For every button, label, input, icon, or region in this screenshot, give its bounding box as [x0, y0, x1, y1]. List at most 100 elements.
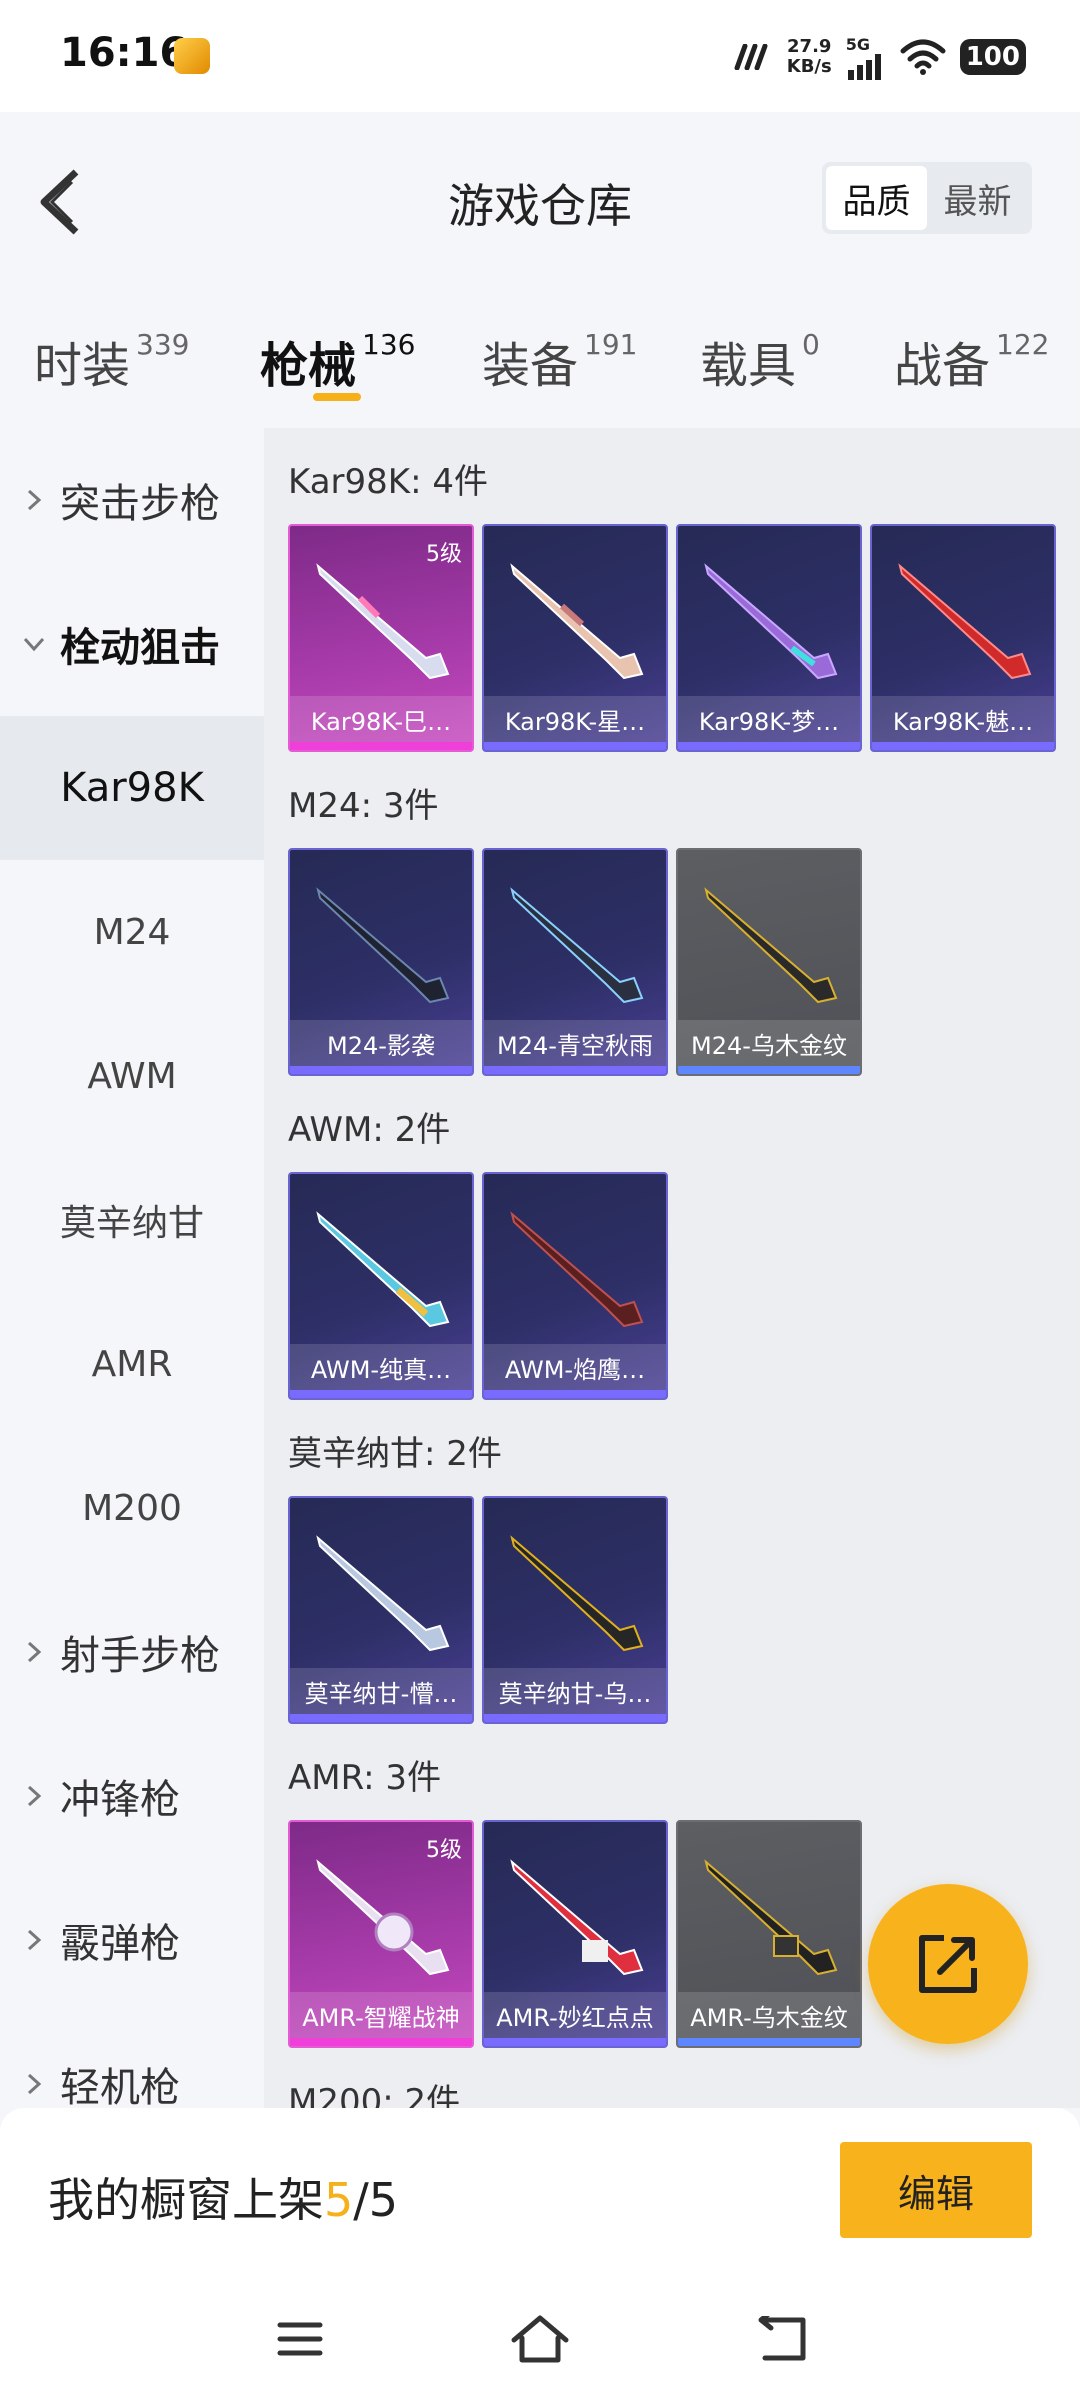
- section-title-kar98k: Kar98K: 4件: [288, 462, 488, 502]
- cell-signal: 5G: [846, 35, 886, 80]
- weapon-name: AWM-纯真…: [310, 1355, 452, 1384]
- category-tabs: 时装 339 枪械 136 装备 191 载具 0 战备 122: [0, 288, 1080, 428]
- weapon-name: Kar98K-魅…: [892, 707, 1034, 736]
- weapon-card[interactable]: M24-乌木金纹: [676, 848, 862, 1076]
- tab-guns[interactable]: 枪械 136: [260, 326, 415, 396]
- weapon-card[interactable]: Kar98K-星…: [482, 524, 668, 752]
- weapon-name: Kar98K-星…: [504, 707, 646, 736]
- tab-equipment[interactable]: 装备 191: [482, 326, 637, 396]
- sidebar-item-marksman-rifle[interactable]: 射手步枪: [0, 1580, 264, 1724]
- signal-icon: [847, 53, 881, 80]
- weapon-card[interactable]: M24-影袭: [288, 848, 474, 1076]
- sidebar-sub-mosin[interactable]: 莫辛纳甘: [0, 1148, 264, 1292]
- chevron-right-icon: [22, 1784, 46, 1808]
- net-speed: 27.9 KB/s: [786, 36, 832, 77]
- rifle-image: [316, 563, 450, 680]
- rifle-image: [704, 887, 838, 1004]
- section-title-amr: AMR: 3件: [288, 1758, 442, 1798]
- chevron-right-icon: [22, 2072, 46, 2096]
- section-title-awm: AWM: 2件: [288, 1110, 451, 1150]
- chevron-right-icon: [22, 1928, 46, 1952]
- battery-indicator: 100: [959, 39, 1026, 75]
- weapon-name: M24-影袭: [327, 1031, 435, 1060]
- sidebar-item-assault-rifle[interactable]: 突击步枪: [0, 428, 264, 572]
- chevron-down-icon: [22, 632, 46, 656]
- wifi-icon: [900, 39, 946, 75]
- weapon-name: Kar98K-梦…: [698, 707, 840, 736]
- sidebar-sub-amr[interactable]: AMR: [0, 1292, 264, 1436]
- weapon-card[interactable]: AWM-纯真…: [288, 1172, 474, 1400]
- share-button[interactable]: [868, 1884, 1028, 2044]
- tab-vehicles[interactable]: 载具 0: [700, 326, 820, 396]
- weapon-card[interactable]: 5级 AMR-智耀战神: [288, 1820, 474, 2048]
- weapon-type-sidebar: 突击步枪 栓动狙击 Kar98K M24 AWM 莫辛纳甘 AMR M200 射…: [0, 428, 264, 2111]
- weapon-card[interactable]: AMR-乌木金纹: [676, 1820, 862, 2048]
- weapon-card[interactable]: 5级 Kar98K-巳…: [288, 524, 474, 752]
- rifle-image: [510, 1859, 644, 1976]
- rifle-image: [704, 563, 838, 680]
- home-icon: [511, 2315, 569, 2363]
- status-bar: 16:16 27.9 KB/s 5G 100: [0, 0, 1080, 112]
- weapon-name: AMR-乌木金纹: [690, 2003, 848, 2032]
- sidebar-item-smg[interactable]: 冲锋枪: [0, 1724, 264, 1868]
- chevron-right-icon: [22, 488, 46, 512]
- showcase-status: 我的橱窗上架5/5: [48, 2173, 399, 2227]
- status-time: 16:16: [60, 30, 188, 76]
- page-header: 游戏仓库 品质 最新: [0, 112, 1080, 288]
- sort-toggle: 品质 最新: [822, 162, 1032, 234]
- sidebar-item-bolt-sniper[interactable]: 栓动狙击: [0, 572, 264, 716]
- sidebar-item-shotgun[interactable]: 霰弹枪: [0, 1868, 264, 2012]
- menu-icon: [277, 2322, 323, 2356]
- showcase-current-count: 5: [324, 2173, 354, 2227]
- weapon-name: AMR-妙红点点: [496, 2003, 654, 2032]
- rifle-image: [510, 887, 644, 1004]
- sidebar-sub-kar98k[interactable]: Kar98K: [0, 716, 264, 860]
- nav-home-button[interactable]: [500, 2304, 580, 2374]
- weapon-name: 莫辛纳甘-乌…: [498, 1679, 652, 1708]
- nav-back-button[interactable]: [740, 2304, 820, 2374]
- rifle-image: [316, 1535, 450, 1652]
- rifle-image: [510, 1535, 644, 1652]
- weapon-card[interactable]: Kar98K-魅…: [870, 524, 1056, 752]
- weapon-card[interactable]: 莫辛纳甘-懵…: [288, 1496, 474, 1724]
- tab-supplies[interactable]: 战备 122: [894, 326, 1049, 396]
- weapon-name: AWM-焰鹰…: [504, 1355, 646, 1384]
- sort-newest-option[interactable]: 最新: [927, 166, 1028, 230]
- chevron-right-icon: [22, 1640, 46, 1664]
- app-notification-icon: [174, 38, 210, 74]
- weapon-card[interactable]: 莫辛纳甘-乌…: [482, 1496, 668, 1724]
- section-title-mosin: 莫辛纳甘: 2件: [288, 1434, 502, 1474]
- sidebar-sub-awm[interactable]: AWM: [0, 1004, 264, 1148]
- active-tab-indicator: [313, 393, 361, 401]
- weapon-grid: Kar98K: 4件 5级 Kar98K-巳… Kar98K-星… Kar98K…: [264, 428, 1080, 2108]
- sort-quality-option[interactable]: 品质: [826, 166, 927, 230]
- weapon-card[interactable]: AWM-焰鹰…: [482, 1172, 668, 1400]
- section-title-m24: M24: 3件: [288, 786, 439, 826]
- showcase-bar: 我的橱窗上架5/5 编辑: [0, 2108, 1080, 2282]
- weapon-card[interactable]: Kar98K-梦…: [676, 524, 862, 752]
- rifle-image: [510, 1211, 644, 1328]
- sidebar-sub-m24[interactable]: M24: [0, 860, 264, 1004]
- tab-fashion[interactable]: 时装 339: [34, 326, 189, 396]
- status-indicators: 27.9 KB/s 5G 100: [733, 34, 1026, 80]
- edit-button[interactable]: 编辑: [840, 2142, 1032, 2238]
- weapon-card[interactable]: M24-青空秋雨: [482, 848, 668, 1076]
- weapon-name: Kar98K-巳…: [310, 707, 452, 736]
- rifle-image: [316, 1859, 450, 1976]
- showcase-total-count: 5: [368, 2173, 399, 2227]
- nav-menu-button[interactable]: [260, 2304, 340, 2374]
- data-activity-icon: [734, 44, 768, 70]
- rifle-image: [898, 563, 1032, 680]
- rifle-image: [316, 1211, 450, 1328]
- weapon-name: M24-青空秋雨: [497, 1031, 653, 1060]
- weapon-name: 莫辛纳甘-懵…: [304, 1679, 458, 1708]
- weapon-card[interactable]: AMR-妙红点点: [482, 1820, 668, 2048]
- rifle-image: [510, 563, 644, 680]
- system-nav-bar: [0, 2282, 1080, 2400]
- weapon-name: AMR-智耀战神: [302, 2003, 460, 2032]
- sidebar-sub-m200[interactable]: M200: [0, 1436, 264, 1580]
- section-title-m200: M200: 2件: [288, 2082, 461, 2108]
- rifle-image: [316, 887, 450, 1004]
- rifle-image: [704, 1859, 838, 1976]
- back-icon: [758, 2316, 806, 2361]
